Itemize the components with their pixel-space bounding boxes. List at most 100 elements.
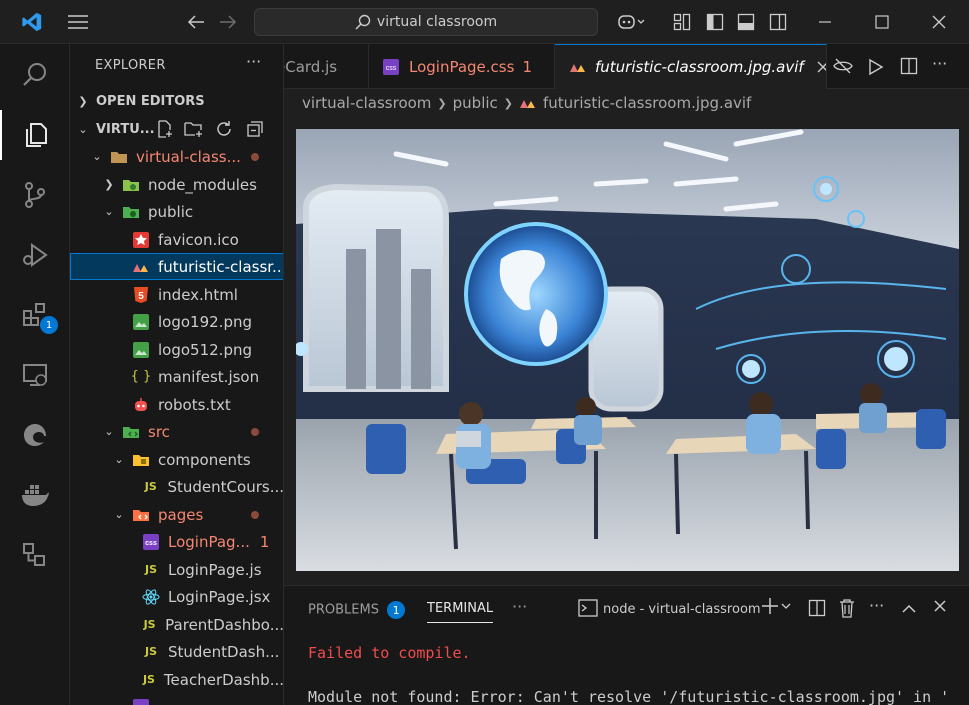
panel-more-actions-icon[interactable]: ··· <box>869 596 884 615</box>
tab-problems[interactable]: PROBLEMS 1 <box>308 601 406 619</box>
back-arrow-icon[interactable] <box>184 10 208 34</box>
terminal-label: TERMINAL <box>427 601 494 616</box>
folder-open-icon <box>110 149 128 165</box>
tree-item-label: LoginPage.jsx <box>168 587 271 606</box>
tree-folder-components[interactable]: ⌄ components <box>70 446 283 473</box>
image-icon <box>132 341 150 358</box>
maximize-icon[interactable] <box>870 10 894 34</box>
modified-dot <box>251 511 259 519</box>
tree-file-teacherdashboard[interactable]: JS TeacherDashb... <box>70 666 283 693</box>
preview-hide-icon[interactable] <box>833 57 853 79</box>
image-avif-icon <box>519 97 537 109</box>
copilot-icon[interactable] <box>614 10 650 34</box>
source-control-view-button[interactable] <box>0 170 70 220</box>
edge-tools-view-button[interactable] <box>0 410 70 460</box>
js-icon: JS <box>144 563 157 576</box>
trash-icon[interactable] <box>838 598 856 622</box>
tab-problem-count: 1 <box>522 57 532 76</box>
run-debug-view-button[interactable] <box>0 230 70 280</box>
tree-file-logo512[interactable]: logo512.png <box>70 336 283 363</box>
maximize-panel-icon[interactable] <box>901 600 917 618</box>
chevron-right-icon: ❯ <box>78 95 88 108</box>
tree-file-robots[interactable]: robots.txt <box>70 391 283 418</box>
split-editor-icon[interactable] <box>900 57 918 79</box>
tree-file-studentdashboard[interactable]: JS StudentDash... <box>70 638 283 665</box>
tree-file-loginpage-js[interactable]: JS LoginPage.js <box>70 556 283 583</box>
tree-item-label: futuristic-classr... <box>158 257 284 276</box>
tree-file-futuristic-classroom[interactable]: futuristic-classr... <box>70 253 284 280</box>
search-view-button[interactable] <box>0 50 70 100</box>
split-terminal-icon[interactable] <box>808 599 826 621</box>
extensions-view-button[interactable]: 1 <box>0 290 70 340</box>
sql-view-button[interactable] <box>0 530 70 580</box>
toggle-secondary-sidebar-icon[interactable] <box>766 10 790 34</box>
toggle-primary-sidebar-icon[interactable] <box>703 10 727 34</box>
new-folder-icon[interactable] <box>184 120 204 142</box>
breadcrumb-item[interactable]: public <box>453 94 498 112</box>
close-panel-icon[interactable] <box>933 599 947 617</box>
command-center-search[interactable]: virtual classroom <box>254 8 598 36</box>
breadcrumb: virtual-classroom ❯ public ❯ futuristic-… <box>302 92 751 114</box>
tree-file-studentcourse[interactable]: JS StudentCours... <box>70 473 283 500</box>
tree-file-manifest[interactable]: { } manifest.json <box>70 363 283 390</box>
tree-file-logo192[interactable]: logo192.png <box>70 308 283 335</box>
tree-folder-node-modules[interactable]: ❯ node_modules <box>70 171 283 198</box>
new-file-icon[interactable] <box>156 120 174 142</box>
folder-pages-icon <box>132 507 150 523</box>
editor-tab-bar: eCard.js css LoginPage.css 1 futuristic-… <box>284 44 969 89</box>
problems-count-badge: 1 <box>387 601 406 619</box>
classroom-image <box>296 129 959 571</box>
panel-more-tabs[interactable]: ··· <box>512 597 527 616</box>
tree-file-loginpage-jsx[interactable]: LoginPage.jsx <box>70 583 283 610</box>
close-tab-icon[interactable] <box>816 60 826 74</box>
tree-file-index-html[interactable]: 5 index.html <box>70 281 283 308</box>
minimize-icon[interactable] <box>813 10 837 34</box>
terminal-name[interactable]: node - virtual-classroom <box>603 602 761 617</box>
tree-file-partial[interactable] <box>70 693 283 705</box>
editor-more-actions-icon[interactable]: ··· <box>932 54 947 73</box>
react-icon <box>142 588 160 605</box>
toggle-panel-icon[interactable] <box>734 10 758 34</box>
tree-file-loginpage-css[interactable]: css LoginPag... 1 <box>70 528 283 555</box>
tab-terminal[interactable]: TERMINAL <box>427 601 494 623</box>
refresh-icon[interactable] <box>215 120 233 142</box>
tree-folder-pages[interactable]: ⌄ pages <box>70 501 283 528</box>
files-icon <box>26 123 47 147</box>
remote-explorer-view-button[interactable] <box>0 350 70 400</box>
tab-studentcard[interactable]: eCard.js <box>284 44 369 89</box>
explorer-more-actions[interactable]: ··· <box>246 52 261 71</box>
image-avif-icon <box>132 259 150 275</box>
run-icon[interactable] <box>868 58 884 80</box>
open-editors-label: OPEN EDITORS <box>96 94 205 109</box>
tree-item-label: pages <box>158 505 204 524</box>
new-terminal-icon[interactable] <box>761 596 793 620</box>
breadcrumb-item[interactable]: futuristic-classroom.jpg.avif <box>543 94 751 112</box>
image-avif-icon <box>569 61 587 73</box>
close-window-icon[interactable] <box>927 10 951 34</box>
tab-futuristic-classroom[interactable]: futuristic-classroom.jpg.avif <box>555 44 827 89</box>
tab-label: LoginPage.css <box>409 57 515 76</box>
tree-item-label: logo512.png <box>158 340 252 359</box>
star-icon <box>132 231 150 248</box>
tab-loginpage-css[interactable]: css LoginPage.css 1 <box>369 44 555 89</box>
customize-layout-icon[interactable] <box>670 10 694 34</box>
explorer-view-button[interactable] <box>0 110 70 160</box>
vscode-logo-icon <box>20 10 44 34</box>
open-editors-section[interactable]: ❯ OPEN EDITORS <box>70 88 283 115</box>
tree-folder-public[interactable]: ⌄ public <box>70 198 283 225</box>
menu-icon[interactable] <box>66 10 90 34</box>
modified-dot <box>251 428 259 436</box>
chevron-down-icon: ⌄ <box>104 205 114 218</box>
forward-arrow-icon[interactable] <box>216 10 240 34</box>
tree-item-label: components <box>158 450 251 469</box>
tree-folder-src[interactable]: ⌄ src <box>70 418 283 445</box>
workspace-section[interactable]: ⌄ VIRTU... <box>70 116 283 143</box>
tab-label: eCard.js <box>284 57 338 76</box>
tree-file-parentdashboard[interactable]: JS ParentDashbo... <box>70 611 283 638</box>
chevron-down-icon: ⌄ <box>114 453 124 466</box>
tree-folder-virtual-classroom[interactable]: ⌄ virtual-class... <box>70 143 283 170</box>
collapse-all-icon[interactable] <box>246 120 264 142</box>
docker-view-button[interactable] <box>0 470 70 520</box>
tree-file-favicon[interactable]: favicon.ico <box>70 226 283 253</box>
breadcrumb-item[interactable]: virtual-classroom <box>302 94 431 112</box>
